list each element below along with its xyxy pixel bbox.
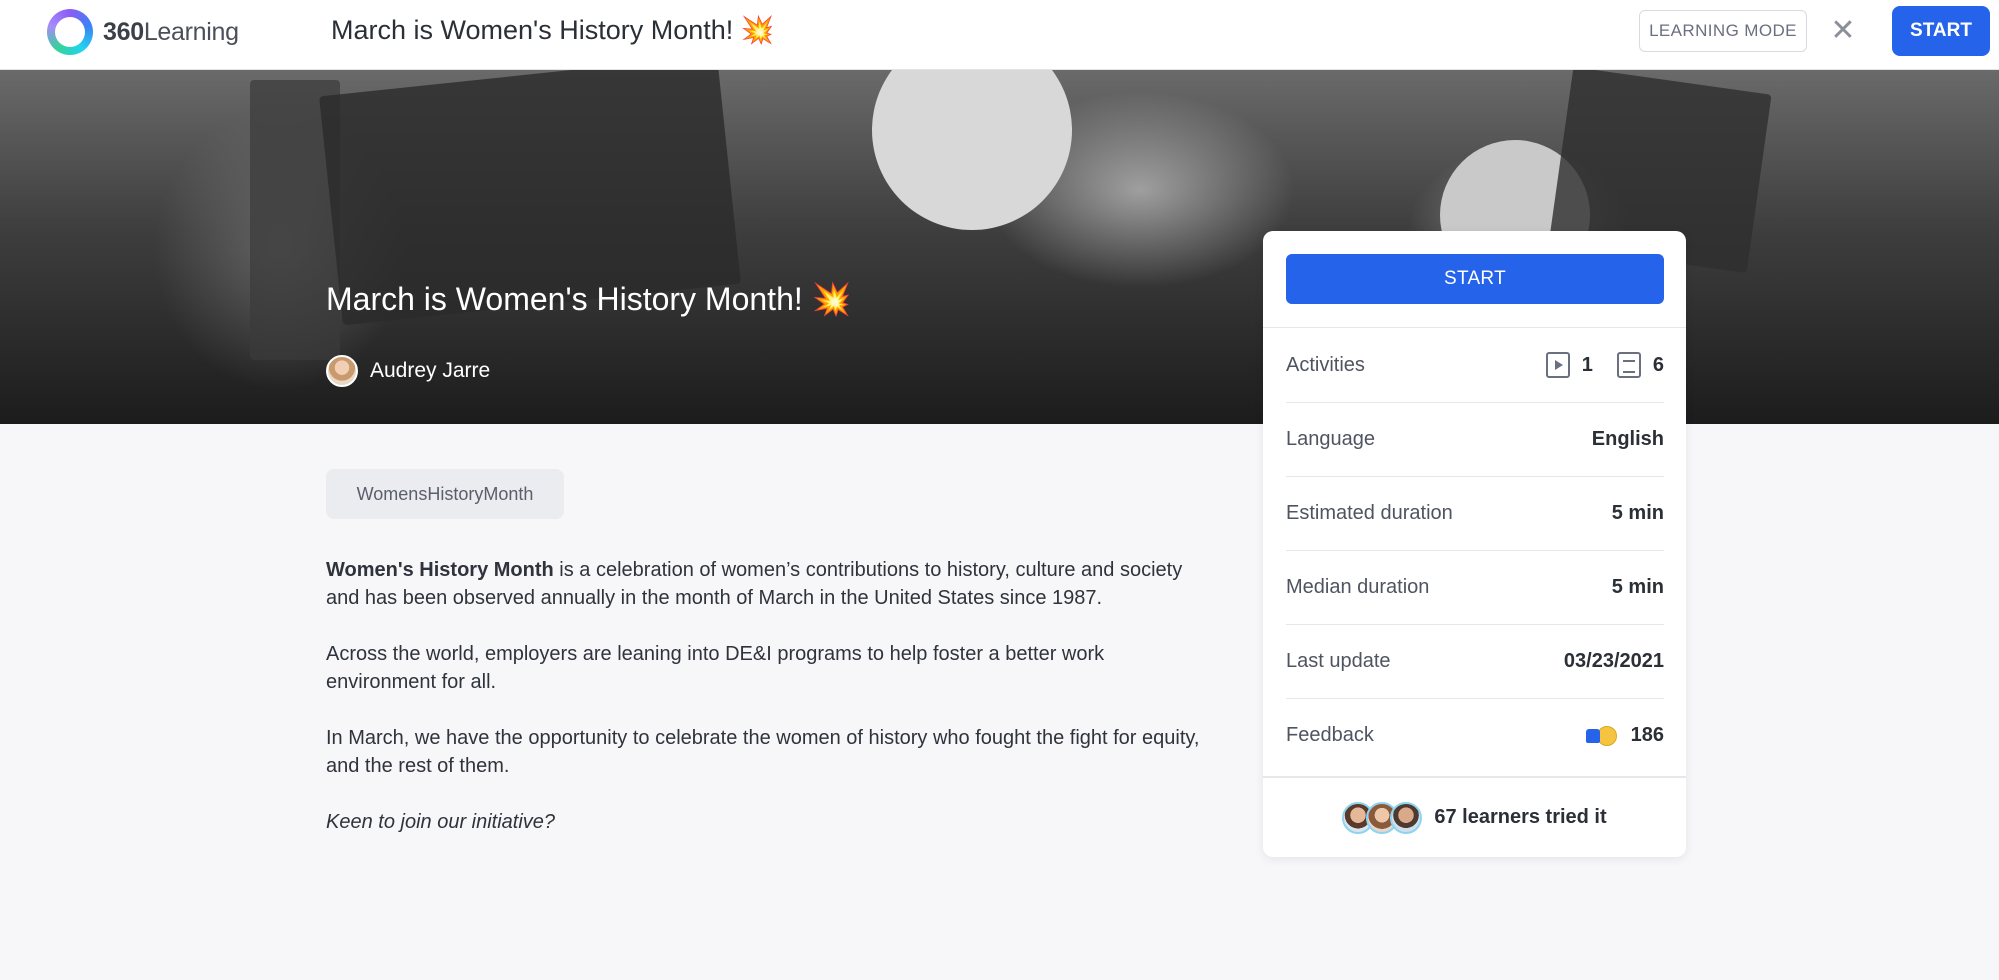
author-name: Audrey Jarre <box>370 359 491 382</box>
description-paragraph: Women's History Month is a celebration o… <box>326 559 1183 609</box>
last-update-value: 03/23/2021 <box>1563 650 1664 672</box>
activities-label: Activities <box>1286 353 1365 376</box>
learner-avatars <box>1342 801 1423 834</box>
video-count: 1 <box>1581 353 1593 376</box>
last-update-row: Last update 03/23/2021 <box>1286 624 1664 698</box>
author[interactable]: Audrey Jarre <box>326 355 490 387</box>
feedback-icons <box>1585 725 1617 746</box>
median-duration-value: 5 min <box>1611 576 1664 598</box>
hero-image-detail <box>872 70 1072 230</box>
card-start-button[interactable]: START <box>1286 254 1664 304</box>
top-bar: 360Learning March is Women's History Mon… <box>0 0 1999 70</box>
thumbs-up-icon <box>1585 728 1600 743</box>
document-activity-icon <box>1616 352 1641 378</box>
header-start-button[interactable]: START <box>1892 6 1990 56</box>
language-value: English <box>1591 428 1664 450</box>
estimated-duration-row: Estimated duration 5 min <box>1286 476 1664 550</box>
last-update-label: Last update <box>1286 650 1391 672</box>
feedback-label: Feedback <box>1286 724 1374 746</box>
estimated-duration-label: Estimated duration <box>1286 502 1453 524</box>
learning-mode-button[interactable]: LEARNING MODE <box>1639 10 1807 52</box>
logo-icon <box>47 9 93 55</box>
video-activity-icon <box>1545 352 1570 378</box>
logo-text: 360Learning <box>103 17 239 46</box>
close-icon[interactable]: ✕ <box>1828 14 1858 48</box>
activities-row: Activities 1 6 <box>1286 328 1664 402</box>
feedback-count: 186 <box>1630 724 1664 746</box>
description-paragraph: In March, we have the opportunity to cel… <box>326 727 1200 777</box>
language-row: Language English <box>1286 402 1664 476</box>
description-paragraph: Across the world, employers are leaning … <box>326 643 1105 693</box>
page-title: March is Women's History Month! 💥 <box>331 15 775 45</box>
learners-count: 67 learners tried it <box>1434 806 1607 828</box>
tag-chip[interactable]: WomensHistoryMonth <box>326 469 564 519</box>
avatar <box>1390 801 1423 834</box>
hero-banner: March is Women's History Month! 💥 Audrey… <box>0 70 1999 424</box>
learners-footer: 67 learners tried it <box>1263 776 1686 857</box>
feedback-row: Feedback 186 <box>1286 698 1664 772</box>
course-description: Women's History Month is a celebration o… <box>326 556 1216 864</box>
median-duration-label: Median duration <box>1286 576 1430 598</box>
median-duration-row: Median duration 5 min <box>1286 550 1664 624</box>
logo[interactable]: 360Learning <box>47 8 239 56</box>
language-label: Language <box>1286 428 1375 450</box>
author-avatar <box>326 355 358 387</box>
estimated-duration-value: 5 min <box>1611 502 1664 524</box>
description-paragraph: Keen to join our initiative? <box>326 811 556 833</box>
emoji-face-icon <box>1596 725 1617 746</box>
course-info-card: START Activities 1 6 Language English Es… <box>1263 231 1686 857</box>
document-count: 6 <box>1652 353 1664 376</box>
course-title: March is Women's History Month! 💥 <box>326 281 852 317</box>
